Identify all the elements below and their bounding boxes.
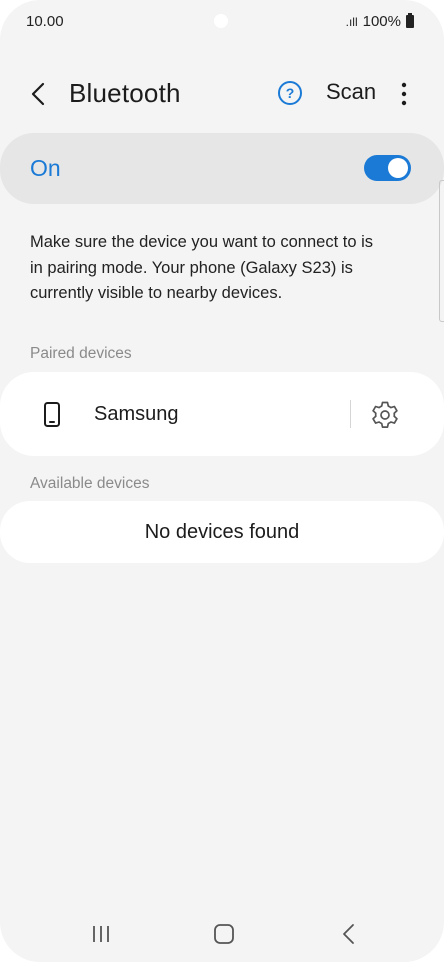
paired-device-item[interactable]: Samsung [0, 372, 444, 456]
page-title: Bluetooth [69, 78, 181, 108]
status-indicators: .ıll 100% [346, 13, 414, 30]
back-button[interactable] [22, 76, 58, 112]
chevron-left-icon [31, 82, 45, 106]
available-devices-label: Available devices [30, 475, 150, 492]
paired-devices-label: Paired devices [30, 345, 132, 362]
gear-icon [372, 401, 398, 428]
recents-button[interactable] [87, 920, 115, 948]
bluetooth-switch[interactable] [364, 155, 411, 181]
no-devices-text: No devices found [144, 521, 300, 543]
bluetooth-toggle-row[interactable]: On [0, 133, 444, 204]
pairing-info-text: Make sure the device you want to connect… [30, 233, 374, 302]
nav-back-icon [343, 924, 354, 944]
bluetooth-settings-screen: 10.00 .ıll 100% Bluetooth ? Scan On Make… [0, 0, 444, 962]
app-header: Bluetooth ? Scan [0, 70, 444, 118]
home-icon [214, 924, 234, 944]
signal-icon: .ıll [345, 14, 358, 29]
system-navigation-bar [0, 908, 444, 958]
available-devices-list: No devices found [0, 501, 444, 563]
device-settings-button[interactable] [369, 399, 401, 431]
home-button[interactable] [210, 920, 238, 948]
help-circle-icon: ? [278, 81, 302, 105]
recents-icon [93, 926, 109, 942]
help-button[interactable]: ? [277, 80, 303, 106]
more-vertical-icon [401, 82, 407, 106]
toggle-state-label: On [30, 155, 61, 181]
divider [350, 400, 351, 428]
paired-device-name: Samsung [94, 403, 179, 425]
nav-back-button[interactable] [335, 920, 363, 948]
status-bar: 10.00 .ıll 100% [0, 0, 444, 44]
scan-button[interactable]: Scan [326, 79, 376, 105]
smartphone-icon [44, 402, 60, 427]
battery-percent: 100% [362, 13, 401, 30]
switch-knob [388, 158, 408, 178]
svg-text:?: ? [286, 85, 295, 101]
battery-icon [406, 13, 414, 28]
more-options-button[interactable] [392, 78, 416, 110]
status-time: 10.00 [26, 13, 64, 30]
front-camera [214, 14, 228, 28]
scroll-indicator [439, 180, 444, 322]
